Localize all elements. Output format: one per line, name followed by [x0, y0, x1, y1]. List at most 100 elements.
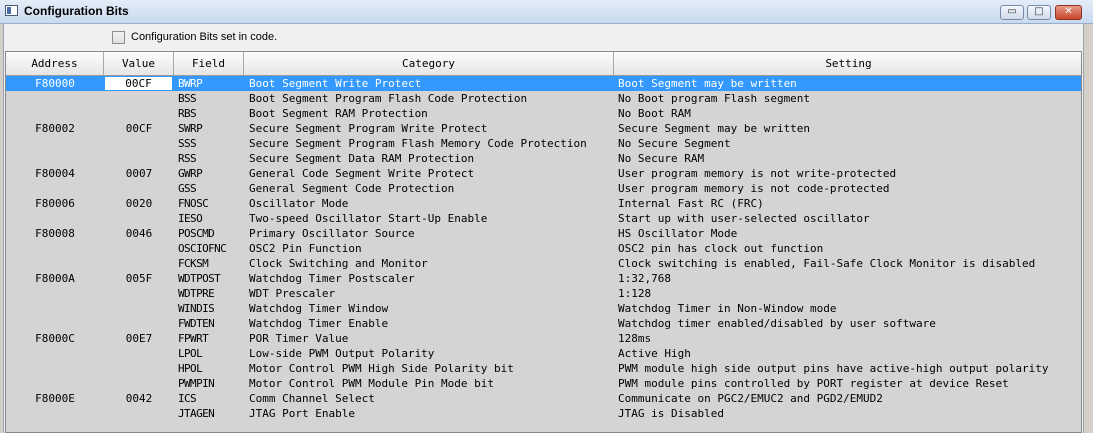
- column-header-value[interactable]: Value: [104, 52, 174, 75]
- column-header-category[interactable]: Category: [244, 52, 614, 75]
- table-row[interactable]: PWMPIN Motor Control PWM Module Pin Mode …: [6, 376, 1081, 391]
- table-row[interactable]: FCKSM Clock Switching and Monitor Clock sw…: [6, 256, 1081, 271]
- table-row[interactable]: WINDIS Watchdog Timer Window Watchdog Time…: [6, 301, 1081, 316]
- setting-cell[interactable]: PWM module high side output pins have ac…: [618, 361, 1081, 376]
- table-body: F80000 00CF BWRP Boot Segment Write Protect…: [6, 76, 1081, 421]
- restore-button[interactable]: □: [1027, 5, 1051, 20]
- table-row[interactable]: BSS Boot Segment Program Flash Code Prote…: [6, 91, 1081, 106]
- address-cell: F8000E: [35, 392, 75, 405]
- value-cell: [104, 241, 174, 256]
- setting-cell[interactable]: Communicate on PGC2/EMUC2 and PGD2/EMUD2: [618, 391, 1081, 406]
- field-cell: GWRP: [178, 167, 203, 180]
- table-row[interactable]: HPOL Motor Control PWM High Side Polarity…: [6, 361, 1081, 376]
- address-cell: [6, 91, 104, 106]
- category-cell: Watchdog Timer Postscaler: [249, 272, 415, 285]
- table-row[interactable]: F8000A 005F WDTPOST Watchdog Timer Postscal…: [6, 271, 1081, 286]
- value-cell: [104, 361, 174, 376]
- address-cell: [6, 151, 104, 166]
- address-cell: [6, 376, 104, 391]
- value-cell[interactable]: 00CF: [105, 77, 172, 90]
- table-row[interactable]: F80002 00CF SWRP Secure Segment Program Wri…: [6, 121, 1081, 136]
- value-cell: [104, 181, 174, 196]
- table-row[interactable]: OSCIOFNC OSC2 Pin Function OSC2 pin has cl…: [6, 241, 1081, 256]
- value-cell[interactable]: 0042: [104, 391, 174, 406]
- field-cell: SSS: [178, 137, 197, 150]
- table-row[interactable]: RBS Boot Segment RAM Protection No Boot RA…: [6, 106, 1081, 121]
- setting-cell[interactable]: PWM module pins controlled by PORT regis…: [618, 376, 1081, 391]
- column-header-field[interactable]: Field: [174, 52, 244, 75]
- category-cell: Low-side PWM Output Polarity: [249, 347, 435, 360]
- address-cell: [6, 211, 104, 226]
- value-cell[interactable]: 0046: [104, 226, 174, 241]
- field-cell: POSCMD: [178, 227, 215, 240]
- address-cell: F8000C: [35, 332, 75, 345]
- setting-cell[interactable]: No Boot RAM: [618, 106, 1081, 121]
- category-cell: WDT Prescaler: [249, 287, 336, 300]
- setting-cell[interactable]: Boot Segment may be written: [618, 76, 1081, 91]
- table-row[interactable]: RSS Secure Segment Data RAM Protection No …: [6, 151, 1081, 166]
- table-row[interactable]: GSS General Segment Code Protection User p…: [6, 181, 1081, 196]
- setting-cell[interactable]: User program memory is not code-protecte…: [618, 181, 1081, 196]
- setting-cell[interactable]: No Boot program Flash segment: [618, 91, 1081, 106]
- value-cell[interactable]: 00CF: [104, 121, 174, 136]
- setting-cell[interactable]: No Secure RAM: [618, 151, 1081, 166]
- table-row[interactable]: JTAGEN JTAG Port Enable JTAG is Disabled: [6, 406, 1081, 421]
- address-cell: [6, 406, 104, 421]
- window-title: Configuration Bits: [24, 4, 129, 18]
- setting-cell[interactable]: 1:32,768: [618, 271, 1081, 286]
- field-cell: PWMPIN: [178, 377, 215, 390]
- setting-cell[interactable]: Watchdog Timer in Non-Window mode: [618, 301, 1081, 316]
- category-cell: Clock Switching and Monitor: [249, 257, 428, 270]
- field-cell: WDTPRE: [178, 287, 215, 300]
- setting-cell[interactable]: Watchdog timer enabled/disabled by user …: [618, 316, 1081, 331]
- config-in-code-checkbox[interactable]: [112, 31, 125, 44]
- setting-cell[interactable]: OSC2 pin has clock out function: [618, 241, 1081, 256]
- close-button[interactable]: ✕: [1055, 5, 1082, 20]
- setting-cell[interactable]: Clock switching is enabled, Fail-Safe Cl…: [618, 256, 1081, 271]
- field-cell: JTAGEN: [178, 407, 215, 420]
- field-cell: FNOSC: [178, 197, 209, 210]
- table-row[interactable]: F80000 00CF BWRP Boot Segment Write Protect…: [6, 76, 1081, 91]
- address-cell: F80004: [35, 167, 75, 180]
- title-bar[interactable]: Configuration Bits ▭ □ ✕: [0, 0, 1093, 24]
- value-cell[interactable]: 00E7: [104, 331, 174, 346]
- table-row[interactable]: WDTPRE WDT Prescaler 1:128: [6, 286, 1081, 301]
- address-cell: [6, 241, 104, 256]
- setting-cell[interactable]: Active High: [618, 346, 1081, 361]
- setting-cell[interactable]: 1:128: [618, 286, 1081, 301]
- table-row[interactable]: F80004 0007 GWRP General Code Segment Write…: [6, 166, 1081, 181]
- table-row[interactable]: F8000E 0042 ICS Comm Channel Select Communic…: [6, 391, 1081, 406]
- setting-cell[interactable]: Internal Fast RC (FRC): [618, 196, 1081, 211]
- table-row[interactable]: F80008 0046 POSCMD Primary Oscillator Sourc…: [6, 226, 1081, 241]
- column-header-setting[interactable]: Setting: [614, 52, 1081, 75]
- table-row[interactable]: F8000C 00E7 FPWRT POR Timer Value 128ms: [6, 331, 1081, 346]
- category-cell: JTAG Port Enable: [249, 407, 355, 420]
- field-cell: BSS: [178, 92, 197, 105]
- setting-cell[interactable]: 128ms: [618, 331, 1081, 346]
- address-cell: F80006: [35, 197, 75, 210]
- setting-cell[interactable]: JTAG is Disabled: [618, 406, 1081, 421]
- address-cell: F80002: [35, 122, 75, 135]
- field-cell: LPOL: [178, 347, 203, 360]
- address-cell: [6, 301, 104, 316]
- category-cell: Comm Channel Select: [249, 392, 375, 405]
- setting-cell[interactable]: No Secure Segment: [618, 136, 1081, 151]
- table-header: Address Value Field Category Setting: [6, 52, 1081, 76]
- table-row[interactable]: LPOL Low-side PWM Output Polarity Active H…: [6, 346, 1081, 361]
- table-row[interactable]: SSS Secure Segment Program Flash Memory C…: [6, 136, 1081, 151]
- value-cell: [104, 406, 174, 421]
- value-cell[interactable]: 0020: [104, 196, 174, 211]
- table-row[interactable]: IESO Two-speed Oscillator Start-Up Enable…: [6, 211, 1081, 226]
- setting-cell[interactable]: HS Oscillator Mode: [618, 226, 1081, 241]
- table-row[interactable]: FWDTEN Watchdog Timer Enable Watchdog time…: [6, 316, 1081, 331]
- setting-cell[interactable]: Start up with user-selected oscillator: [618, 211, 1081, 226]
- value-cell[interactable]: 005F: [104, 271, 174, 286]
- value-cell[interactable]: 0007: [104, 166, 174, 181]
- setting-cell[interactable]: User program memory is not write-protect…: [618, 166, 1081, 181]
- table-row[interactable]: F80006 0020 FNOSC Oscillator Mode Internal F…: [6, 196, 1081, 211]
- minimize-button[interactable]: ▭: [1000, 5, 1024, 20]
- field-cell: WINDIS: [178, 302, 215, 315]
- column-header-address[interactable]: Address: [6, 52, 104, 75]
- setting-cell[interactable]: Secure Segment may be written: [618, 121, 1081, 136]
- config-bits-table: Address Value Field Category Setting F80…: [5, 51, 1082, 433]
